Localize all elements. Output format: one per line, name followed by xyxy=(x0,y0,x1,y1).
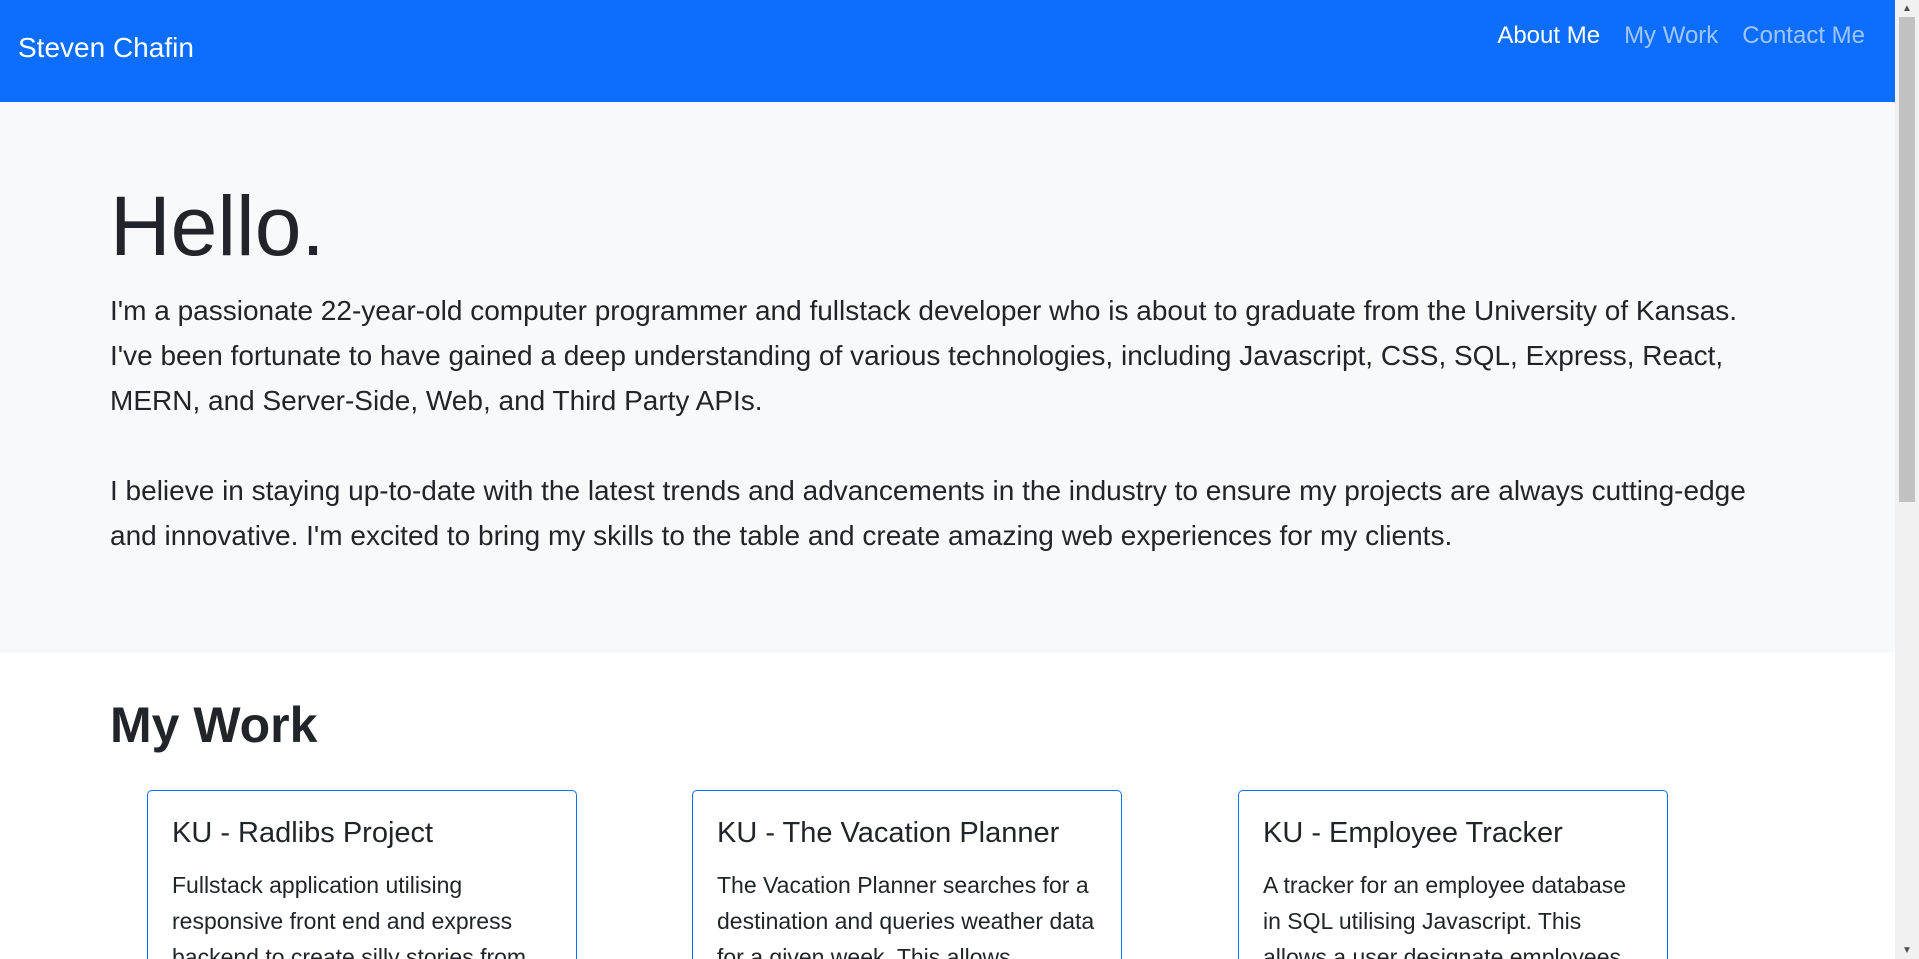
nav-link-about-me[interactable]: About Me xyxy=(1497,22,1600,50)
card-title: KU - Employee Tracker xyxy=(1263,817,1563,849)
scrollbar-thumb[interactable] xyxy=(1899,17,1915,502)
project-card-radlibs[interactable]: KU - Radlibs Project Fullstack applicati… xyxy=(147,790,577,959)
nav-link-contact-me[interactable]: Contact Me xyxy=(1742,22,1865,50)
vertical-scrollbar[interactable]: ▲ ▼ xyxy=(1895,0,1919,959)
nav-links: About Me My Work Contact Me xyxy=(1497,22,1865,50)
brand-link[interactable]: Steven Chafin xyxy=(18,32,194,64)
card-title: KU - Radlibs Project xyxy=(172,817,434,849)
triangle-down-icon[interactable]: ▼ xyxy=(1895,942,1919,959)
page: Steven Chafin About Me My Work Contact M… xyxy=(0,0,1895,959)
navbar: Steven Chafin About Me My Work Contact M… xyxy=(0,0,1895,102)
project-card-employee-tracker[interactable]: KU - Employee Tracker A tracker for an e… xyxy=(1238,790,1668,959)
card-text: Fullstack application utilising responsi… xyxy=(172,872,527,959)
hero-section: Hello. I'm a passionate 22-year-old comp… xyxy=(0,102,1895,653)
nav-link-my-work[interactable]: My Work xyxy=(1624,22,1718,50)
hero-paragraph-2: I believe in staying up-to-date with the… xyxy=(110,475,1746,551)
project-card-vacation-planner[interactable]: KU - The Vacation Planner The Vacation P… xyxy=(692,790,1122,959)
triangle-up-icon[interactable]: ▲ xyxy=(1895,0,1919,17)
card-text: A tracker for an employee database in SQ… xyxy=(1263,872,1627,959)
hero-title: Hello. xyxy=(110,179,325,273)
card-title: KU - The Vacation Planner xyxy=(717,817,1060,849)
hero-paragraph-1: I'm a passionate 22-year-old computer pr… xyxy=(110,295,1738,416)
card-text: The Vacation Planner searches for a dest… xyxy=(717,872,1095,959)
my-work-title: My Work xyxy=(110,697,318,753)
